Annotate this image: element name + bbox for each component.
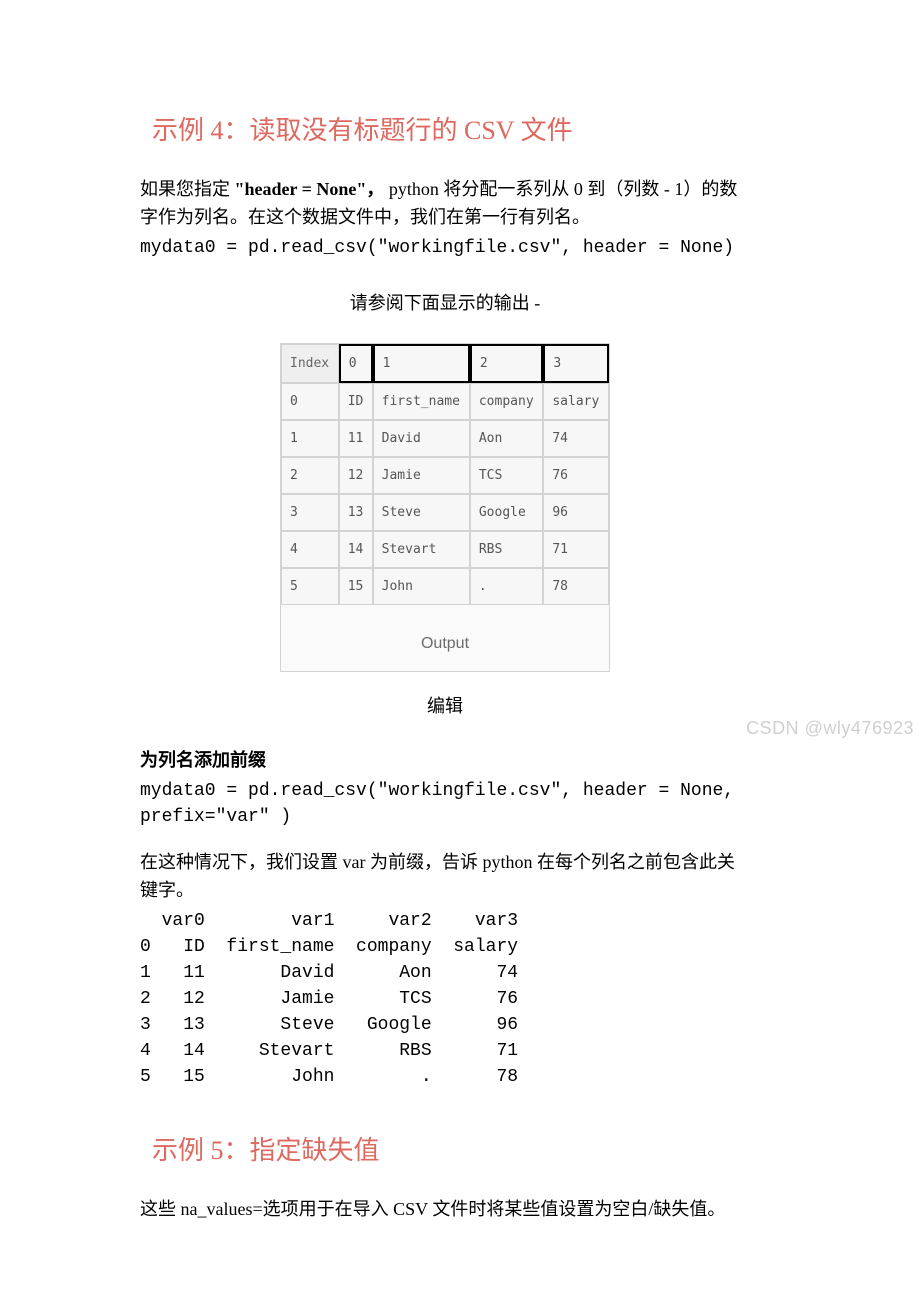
- csdn-watermark: CSDN @wly476923: [746, 718, 914, 739]
- row5-c2: .: [470, 568, 544, 605]
- row1-c0: 11: [339, 420, 373, 457]
- row2-c1: Jamie: [373, 457, 470, 494]
- paragraph-1: 如果您指定 "header = None"， python 将分配一系列从 0 …: [140, 175, 750, 231]
- output-caption: Output: [281, 605, 609, 671]
- text-table-output: var0 var1 var2 var3 0 ID first_name comp…: [140, 908, 750, 1090]
- code-block-2: mydata0 = pd.read_csv("workingfile.csv",…: [140, 778, 750, 830]
- row4-idx: 4: [281, 531, 339, 568]
- row4-c1: Stevart: [373, 531, 470, 568]
- row3-c0: 13: [339, 494, 373, 531]
- col-1: 1: [373, 344, 470, 383]
- row5-c1: John: [373, 568, 470, 605]
- table-header-row: Index 0 1 2 3: [281, 344, 609, 383]
- heading-example-5: 示例 5：指定缺失值: [140, 1130, 750, 1167]
- row3-c1: Steve: [373, 494, 470, 531]
- output-intro: 请参阅下面显示的输出 -: [140, 289, 750, 315]
- row3-idx: 3: [281, 494, 339, 531]
- prefix-heading: 为列名添加前缀: [140, 746, 750, 774]
- table-row: 1 11 David Aon 74: [281, 420, 609, 457]
- row5-c3: 78: [543, 568, 609, 605]
- row4-c2: RBS: [470, 531, 544, 568]
- heading-example-4: 示例 4：读取没有标题行的 CSV 文件: [140, 110, 750, 147]
- row2-c3: 76: [543, 457, 609, 494]
- row1-c2: Aon: [470, 420, 544, 457]
- col-3: 3: [543, 344, 609, 383]
- p1-text-b: python 将分配一系列从 0 到（列数 - 1）的数字作为列名。在这个数据文…: [140, 179, 737, 227]
- row0-c1: first_name: [373, 383, 470, 420]
- row4-c0: 14: [339, 531, 373, 568]
- row0-c0: ID: [339, 383, 373, 420]
- col-2: 2: [470, 344, 544, 383]
- row0-idx: 0: [281, 383, 339, 420]
- code-block-1: mydata0 = pd.read_csv("workingfile.csv",…: [140, 235, 750, 261]
- row2-c0: 12: [339, 457, 373, 494]
- p1-text-a: 如果您指定: [140, 179, 230, 199]
- table-row: 2 12 Jamie TCS 76: [281, 457, 609, 494]
- table-row: 0 ID first_name company salary: [281, 383, 609, 420]
- paragraph-2: 在这种情况下，我们设置 var 为前缀，告诉 python 在每个列名之前包含此…: [140, 848, 750, 904]
- row0-c2: company: [470, 383, 544, 420]
- row3-c2: Google: [470, 494, 544, 531]
- table-row: 5 15 John . 78: [281, 568, 609, 605]
- row4-c3: 71: [543, 531, 609, 568]
- row1-c1: David: [373, 420, 470, 457]
- row1-c3: 74: [543, 420, 609, 457]
- index-header: Index: [281, 344, 339, 383]
- output-table: Index 0 1 2 3 0 ID first_name company sa…: [281, 344, 609, 605]
- table-row: 4 14 Stevart RBS 71: [281, 531, 609, 568]
- table-row: 3 13 Steve Google 96: [281, 494, 609, 531]
- col-0: 0: [339, 344, 373, 383]
- row2-idx: 2: [281, 457, 339, 494]
- output-table-box: Index 0 1 2 3 0 ID first_name company sa…: [280, 343, 610, 672]
- row5-c0: 15: [339, 568, 373, 605]
- row1-idx: 1: [281, 420, 339, 457]
- p1-bold: "header = None"，: [235, 179, 385, 199]
- row0-c3: salary: [543, 383, 609, 420]
- row3-c3: 96: [543, 494, 609, 531]
- row5-idx: 5: [281, 568, 339, 605]
- row2-c2: TCS: [470, 457, 544, 494]
- paragraph-3: 这些 na_values=选项用于在导入 CSV 文件时将某些值设置为空白/缺失…: [140, 1195, 750, 1223]
- edit-label: 编辑: [140, 692, 750, 718]
